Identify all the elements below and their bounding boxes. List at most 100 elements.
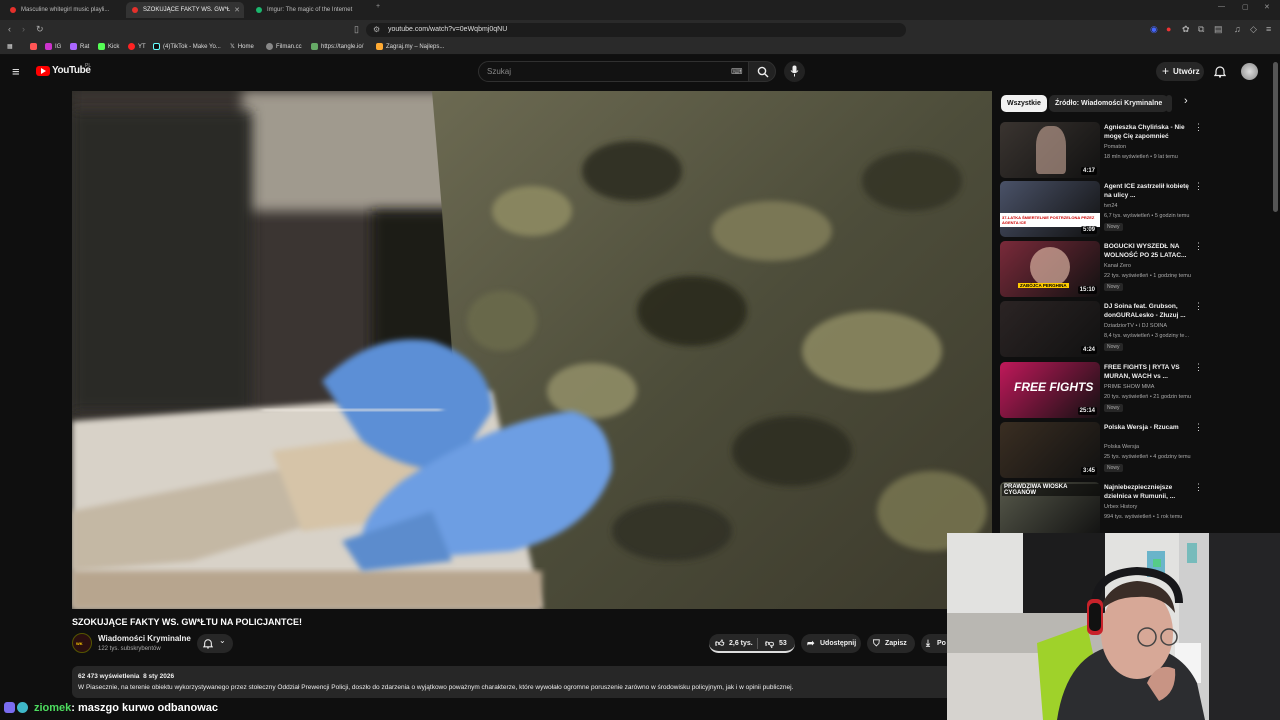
- recommendation-channel[interactable]: Urbex History: [1104, 504, 1137, 510]
- channel-name[interactable]: Wiadomości Kryminalne: [98, 634, 191, 643]
- maximize-icon[interactable]: ▢: [1242, 3, 1249, 11]
- media-icon[interactable]: ♫: [1234, 24, 1241, 34]
- bookmark-item[interactable]: https://tangle.io/: [311, 43, 363, 50]
- recommendation-meta: 20 tys. wyświetleń • 21 godzin temu: [1104, 394, 1191, 400]
- channel-avatar[interactable]: WK: [72, 633, 92, 653]
- recommendation-title[interactable]: Agent ICE zastrzelił kobietę na ulicy ..…: [1104, 182, 1190, 200]
- search-input[interactable]: Szukaj ⌨: [478, 61, 750, 82]
- recommendation-thumbnail[interactable]: PRAWDZIWA WIOSKA CYGANÓW: [1000, 482, 1100, 538]
- forward-icon[interactable]: ›: [22, 24, 25, 34]
- recommendation-title[interactable]: Najniebezpieczniejsze dzielnica w Rumuni…: [1104, 483, 1190, 501]
- more-options-icon[interactable]: ⋮: [1194, 122, 1203, 133]
- wallet-icon[interactable]: ◇: [1250, 24, 1257, 35]
- recommendation-item[interactable]: ZABÓJCA PERGHINA 15:10 BOGUCKI WYSZEDŁ NA …: [1000, 241, 1203, 297]
- recommendation-channel[interactable]: PRIME SHOW MMA: [1104, 384, 1154, 390]
- voice-search-button[interactable]: [784, 61, 805, 82]
- keyboard-icon[interactable]: ⌨: [731, 62, 743, 81]
- recommendation-channel[interactable]: tvn24: [1104, 203, 1117, 209]
- minimize-icon[interactable]: —: [1218, 3, 1225, 10]
- chip-overflow[interactable]: [1166, 95, 1172, 112]
- bookmark-item[interactable]: 𝕏 Home: [230, 43, 254, 51]
- more-options-icon[interactable]: ⋮: [1194, 362, 1203, 373]
- bookmark-item[interactable]: Zagraj.my – Najleps...: [376, 43, 444, 50]
- thumbs-down-icon[interactable]: 👎︎: [765, 634, 774, 651]
- menu-icon[interactable]: ≡: [1266, 24, 1271, 34]
- recommendation-item[interactable]: 37-LATKA ŚMIERTELNIE POSTRZELONA PRZEZ A…: [1000, 181, 1203, 237]
- video-description[interactable]: 62 473 wyświetlenia 8 sty 2026 W Piasecz…: [72, 666, 952, 698]
- youtube-logo-icon[interactable]: [36, 66, 50, 76]
- more-options-icon[interactable]: ⋮: [1194, 422, 1203, 433]
- bookmark-icon[interactable]: ▯: [354, 24, 359, 35]
- recommendation-thumbnail[interactable]: ZABÓJCA PERGHINA 15:10: [1000, 241, 1100, 297]
- bookmark-item[interactable]: Rat: [70, 43, 89, 50]
- recommendation-title[interactable]: FREE FIGHTS | RYTA VS MURAN, WACH vs ...: [1104, 363, 1190, 381]
- new-tab-icon[interactable]: +: [376, 3, 380, 10]
- recommendation-channel[interactable]: Pomaton: [1104, 144, 1126, 150]
- recommendation-thumbnail[interactable]: 4:17: [1000, 122, 1100, 178]
- extension-icon[interactable]: ◉: [1150, 24, 1158, 35]
- extension-icon[interactable]: ●: [1166, 24, 1171, 34]
- account-avatar[interactable]: [1241, 63, 1258, 80]
- hamburger-menu-icon[interactable]: ≡: [12, 64, 20, 79]
- browser-tab-bar: Masculine whitegirl music playli... SZOK…: [0, 0, 1280, 20]
- recommendation-channel[interactable]: Kanał Zero: [1104, 263, 1131, 269]
- bookmark-item[interactable]: Kick: [98, 43, 119, 50]
- bookmark-item[interactable]: IG: [45, 43, 61, 50]
- apps-grid-icon[interactable]: ▦: [7, 43, 13, 50]
- video-player[interactable]: [72, 91, 992, 609]
- recommendation-thumbnail[interactable]: FREE FIGHTS 25:14: [1000, 362, 1100, 418]
- address-bar[interactable]: ⚙ youtube.com/watch?v=0eWqbmj0qNU: [366, 23, 906, 37]
- site-settings-icon[interactable]: ⚙: [373, 23, 380, 37]
- close-window-icon[interactable]: ✕: [1264, 3, 1270, 11]
- bookmark-item[interactable]: (4)TikTok - Make Yo...: [153, 43, 221, 50]
- save-button[interactable]: ⛉ Zapisz: [867, 634, 915, 653]
- country-code: PL: [85, 63, 92, 69]
- recommendation-item[interactable]: FREE FIGHTS 25:14 FREE FIGHTS | RYTA VS MU…: [1000, 362, 1203, 418]
- chip-all[interactable]: Wszystkie: [1001, 95, 1047, 112]
- bookmark-item[interactable]: YT: [128, 43, 146, 50]
- sidebar-toggle-icon[interactable]: ▤: [1214, 24, 1223, 35]
- create-button[interactable]: + Utwórz: [1156, 62, 1204, 81]
- recommendation-title[interactable]: Agnieszka Chylińska - Nie mogę Cię zapom…: [1104, 123, 1190, 141]
- recommendation-title[interactable]: DJ Soina feat. Grubson, donGURALesko - Z…: [1104, 302, 1190, 320]
- recommendation-thumbnail[interactable]: 4:24: [1000, 301, 1100, 357]
- thumbnail-caption: ZABÓJCA PERGHINA: [1018, 283, 1069, 288]
- more-options-icon[interactable]: ⋮: [1194, 301, 1203, 312]
- chips-next-chevron-icon[interactable]: ›: [1184, 95, 1188, 107]
- reload-icon[interactable]: ↻: [36, 24, 44, 35]
- recommendation-channel[interactable]: DziadziorTV • i DJ SOINA: [1104, 323, 1167, 329]
- close-tab-icon[interactable]: ✕: [234, 6, 240, 14]
- notifications-bell-icon[interactable]: [1214, 65, 1226, 78]
- back-icon[interactable]: ‹: [8, 24, 11, 34]
- more-options-icon[interactable]: ⋮: [1194, 241, 1203, 252]
- recommendation-item[interactable]: 3:45 Polska Wersja - Rzucam Polska Wersja 2…: [1000, 422, 1203, 478]
- recommendation-item[interactable]: PRAWDZIWA WIOSKA CYGANÓW Najniebezpieczni…: [1000, 482, 1203, 538]
- dislike-count[interactable]: 53: [779, 634, 787, 651]
- recommendation-item[interactable]: 4:17 Agnieszka Chylińska - Nie mogę Cię z…: [1000, 122, 1203, 178]
- recommendation-item[interactable]: 4:24 DJ Soina feat. Grubson, donGURALesko…: [1000, 301, 1203, 357]
- recommendation-title[interactable]: Polska Wersja - Rzucam: [1104, 423, 1190, 432]
- search-button[interactable]: [748, 61, 776, 82]
- recommendation-thumbnail[interactable]: 3:45: [1000, 422, 1100, 478]
- more-options-icon[interactable]: ⋮: [1194, 181, 1203, 192]
- chip-source-channel[interactable]: Źródło: Wiadomości Kryminalne: [1049, 95, 1169, 112]
- recommendation-thumbnail[interactable]: 37-LATKA ŚMIERTELNIE POSTRZELONA PRZEZ A…: [1000, 181, 1100, 237]
- page-scrollbar[interactable]: [1273, 62, 1278, 212]
- browser-tab[interactable]: Imgur: The magic of the Internet: [250, 2, 372, 18]
- more-options-icon[interactable]: ⋮: [1194, 482, 1203, 493]
- extension-icon[interactable]: ✿: [1182, 24, 1190, 35]
- bookmark-item[interactable]: Filman.cc: [266, 43, 302, 50]
- filman-icon: [266, 43, 273, 50]
- thumbs-up-icon[interactable]: 👍︎: [715, 634, 724, 651]
- bookmark-item[interactable]: [30, 43, 40, 50]
- subscription-bell-button[interactable]: ⌄: [197, 634, 233, 653]
- download-button[interactable]: ⤓ Po: [921, 634, 947, 653]
- youtube-icon: [128, 43, 135, 50]
- extensions-puzzle-icon[interactable]: ⧉: [1198, 24, 1204, 35]
- recommendation-title[interactable]: BOGUCKI WYSZEDŁ NA WOLNOŚĆ PO 25 LATAC..…: [1104, 242, 1190, 260]
- like-count[interactable]: 2,6 tys.: [729, 634, 753, 651]
- share-button[interactable]: ➦ Udostępnij: [801, 634, 861, 653]
- browser-tab-active[interactable]: SZOKUJĄCE FAKTY WS. GW*Ł ✕: [126, 2, 244, 18]
- recommendation-channel[interactable]: Polska Wersja: [1104, 444, 1139, 450]
- browser-tab[interactable]: Masculine whitegirl music playli...: [4, 2, 120, 18]
